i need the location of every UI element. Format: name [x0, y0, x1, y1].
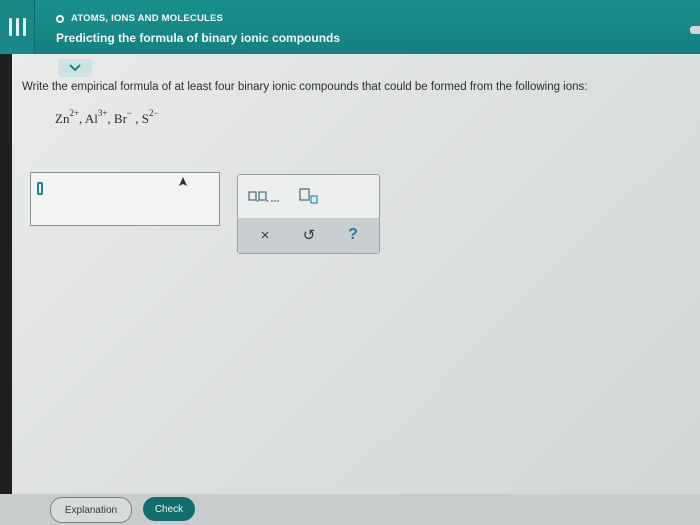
clear-button[interactable]: ×	[254, 224, 276, 246]
ion-s: S2−	[141, 108, 159, 127]
close-icon: ×	[260, 226, 270, 244]
topic-breadcrumb: ATOMS, IONS AND MOLECULES	[56, 13, 223, 24]
help-button[interactable]: ?	[342, 224, 364, 246]
page-title: Predicting the formula of binary ionic c…	[56, 31, 341, 45]
undo-icon: ↺	[302, 227, 316, 244]
subscript-template-button[interactable]	[296, 185, 322, 207]
menu-bar-icon	[8, 18, 12, 36]
explanation-button[interactable]: Explanation	[50, 497, 132, 523]
header-bar: ATOMS, IONS AND MOLECULES Predicting the…	[0, 0, 700, 54]
menu-button[interactable]	[0, 0, 35, 54]
ion-zn: Zn2+,	[55, 108, 85, 127]
answer-input[interactable]	[30, 172, 220, 226]
math-palette: × ↺ ?	[237, 174, 380, 254]
collapse-toggle[interactable]	[58, 59, 92, 77]
chevron-down-icon	[69, 64, 81, 72]
ion-br: Br− ,	[113, 108, 142, 127]
mouse-pointer-icon	[179, 177, 187, 186]
question-prompt: Write the empirical formula of at least …	[22, 81, 588, 93]
topic-label: ATOMS, IONS AND MOLECULES	[71, 13, 224, 24]
menu-bar-icon	[22, 18, 26, 36]
ion-al: Al3+,	[84, 108, 114, 127]
list-template-icon	[248, 191, 279, 202]
undo-button[interactable]: ↺	[298, 224, 320, 246]
list-template-button[interactable]	[246, 185, 288, 207]
menu-bar-icon	[15, 18, 19, 36]
side-panel-tab[interactable]	[690, 26, 700, 34]
subscript-template-icon	[299, 188, 318, 204]
palette-action-row: × ↺ ?	[238, 218, 379, 253]
progress-circle-icon	[56, 14, 64, 23]
text-cursor-icon	[37, 182, 43, 195]
ion-list: Zn2+, Al3+, Br− , S2−	[55, 108, 159, 127]
check-button[interactable]: Check	[143, 497, 195, 521]
help-icon: ?	[348, 226, 358, 243]
